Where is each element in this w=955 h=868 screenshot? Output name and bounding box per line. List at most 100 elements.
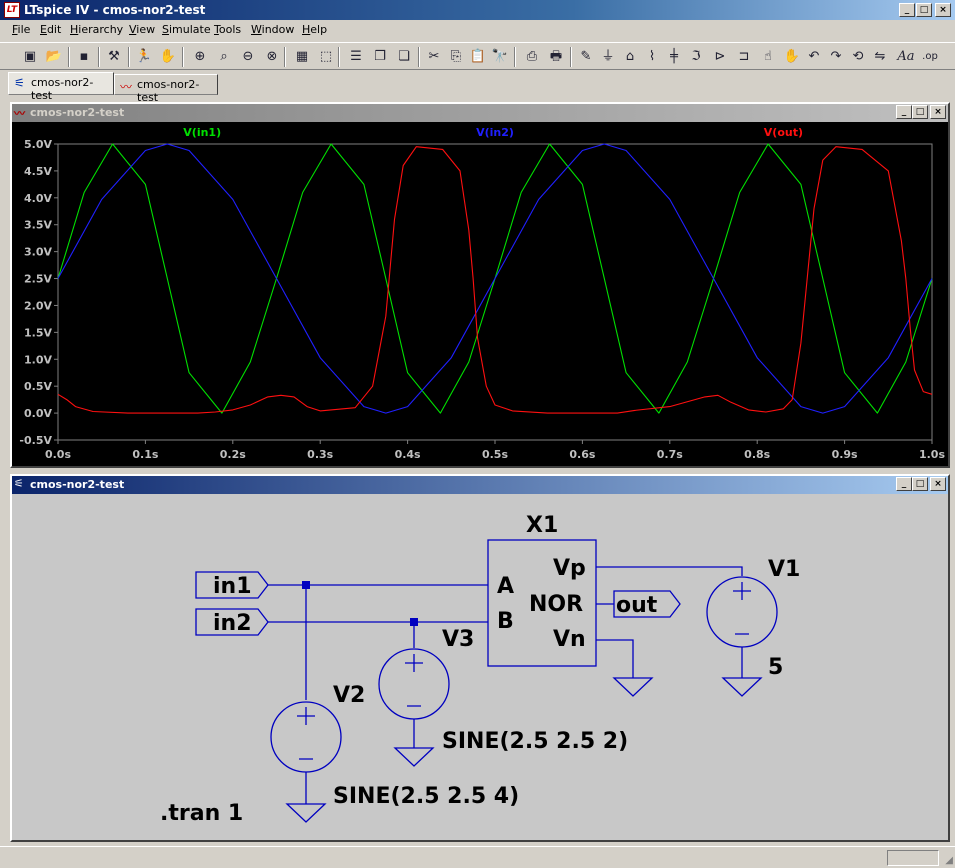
cut-icon[interactable]: ✂ [424, 47, 444, 67]
trace-label[interactable]: V(out) [764, 126, 803, 139]
tab-schematic[interactable]: ⚟ cmos-nor2-test [8, 72, 114, 102]
pan-icon[interactable]: ⌕ [214, 47, 234, 67]
print-preview-icon[interactable]: ⎙ [522, 47, 542, 67]
spice-directive-icon[interactable]: .op [920, 47, 940, 67]
y-tick-label: 1.0V [24, 353, 52, 366]
menu-edit[interactable]: Edit [40, 23, 61, 36]
y-tick-label: 3.5V [24, 219, 52, 232]
y-tick-label: 4.5V [24, 165, 52, 178]
minimize-button[interactable]: _ [899, 3, 915, 17]
resistor-icon[interactable]: ⌇ [642, 47, 662, 67]
close-button[interactable]: × [935, 3, 951, 17]
close-all-icon[interactable]: ❏ [394, 47, 414, 67]
trace-label[interactable]: V(in2) [476, 126, 514, 139]
ground-icon[interactable]: ⏚ [598, 47, 618, 67]
label-net-icon[interactable]: ⌂ [620, 47, 640, 67]
mirror-icon[interactable]: ⇋ [870, 47, 890, 67]
x-tick-label: 0.3s [307, 448, 333, 461]
tab-waveform[interactable]: 〰 cmos-nor2-test [114, 74, 218, 104]
waveform-maximize-button[interactable]: □ [912, 105, 928, 119]
x-tick-label: 0.9s [832, 448, 858, 461]
new-schematic-icon[interactable]: ▣ [20, 47, 40, 67]
schematic-window: ⚟ cmos-nor2-test _ □ × in1 in2 out X1 A … [10, 474, 950, 842]
net-label-out: out [616, 593, 658, 618]
redo-icon[interactable]: ↷ [826, 47, 846, 67]
schematic-close-button[interactable]: × [930, 477, 946, 491]
component-icon[interactable]: ⊐ [734, 47, 754, 67]
zoom-cancel-icon[interactable]: ⊗ [262, 47, 282, 67]
copy-icon[interactable]: ⎘ [446, 47, 466, 67]
waveform-icon: 〰 [14, 107, 25, 120]
component-value-v1: 5 [768, 655, 783, 680]
text-icon[interactable]: Aa [896, 47, 916, 67]
menu-simulate[interactable]: Simulate [162, 23, 211, 36]
tile-horizontal-icon[interactable]: ☰ [346, 47, 366, 67]
component-ref-v1: V1 [768, 557, 800, 582]
draw-wire-icon[interactable]: ✎ [576, 47, 596, 67]
pin-label-vp: Vp [553, 556, 586, 581]
x-tick-label: 0.5s [482, 448, 508, 461]
x-tick-label: 1.0s [919, 448, 945, 461]
run-icon[interactable]: 🏃 [134, 47, 154, 67]
app-title-bar: LT LTspice IV - cmos-nor2-test _ □ × [0, 0, 955, 20]
schematic-maximize-button[interactable]: □ [912, 477, 928, 491]
waveform-window-titlebar: 〰 cmos-nor2-test _ □ × [12, 104, 948, 122]
zoom-in-icon[interactable]: ⊕ [190, 47, 210, 67]
component-ref-v3: V3 [442, 627, 474, 652]
ltspice-logo-icon[interactable]: LT [4, 2, 20, 18]
component-ref-x1: X1 [526, 513, 558, 538]
y-tick-label: 2.0V [24, 299, 52, 312]
menu-tools[interactable]: Tools [214, 23, 241, 36]
move-hand-icon[interactable]: ☝ [758, 47, 778, 67]
y-tick-label: 2.5V [24, 273, 52, 286]
control-panel-icon[interactable]: ⚒ [104, 47, 124, 67]
waveform-minimize-button[interactable]: _ [896, 105, 912, 119]
undo-icon[interactable]: ↶ [804, 47, 824, 67]
waveform-plot[interactable]: 0.0s 0.1s 0.2s 0.3s 0.4s 0.5s 0.6s 0.7s 0.8s 0.9s… [12, 122, 948, 466]
find-icon[interactable]: 🔭 [490, 47, 510, 67]
menu-window[interactable]: Window [251, 23, 294, 36]
spice-directive-tran[interactable]: .tran 1 [160, 801, 243, 826]
fit-icon[interactable]: ⬚ [316, 47, 336, 67]
menu-hierarchy[interactable]: Hierarchy [70, 23, 123, 36]
y-tick-label: 3.0V [24, 246, 52, 259]
x-tick-label: 0.7s [657, 448, 683, 461]
menu-file[interactable]: File [12, 23, 30, 36]
autorange-icon[interactable]: ▦ [292, 47, 312, 67]
drag-hand-icon[interactable]: ✋ [782, 47, 802, 67]
cascade-icon[interactable]: ❐ [370, 47, 390, 67]
waveform-close-button[interactable]: × [930, 105, 946, 119]
waveform-window-title: cmos-nor2-test [30, 106, 125, 119]
schematic-minimize-button[interactable]: _ [896, 477, 912, 491]
junction-dot [302, 581, 310, 589]
print-icon[interactable]: 🖶 [546, 47, 566, 67]
net-label-in2: in2 [213, 611, 252, 636]
capacitor-icon[interactable]: ╪ [664, 47, 684, 67]
toolbar: ▣ 📂 ▪ ⚒ 🏃 ✋ ⊕ ⌕ ⊖ ⊗ ▦ ⬚ ☰ ❐ ❏ ✂ ⎘ 📋 🔭 ⎙ … [0, 42, 955, 70]
resize-grip-icon[interactable]: ◢ [945, 855, 953, 866]
pin-label-b: B [497, 609, 514, 634]
open-folder-icon[interactable]: 📂 [44, 47, 64, 67]
paste-icon[interactable]: 📋 [468, 47, 488, 67]
x-tick-label: 0.8s [744, 448, 770, 461]
menu-view[interactable]: View [129, 23, 155, 36]
diode-icon[interactable]: ⊳ [710, 47, 730, 67]
schematic-window-title: cmos-nor2-test [30, 478, 125, 491]
y-tick-label: 1.5V [24, 326, 52, 339]
rotate-icon[interactable]: ⟲ [848, 47, 868, 67]
schematic-window-titlebar: ⚟ cmos-nor2-test _ □ × [12, 476, 948, 494]
zoom-out-icon[interactable]: ⊖ [238, 47, 258, 67]
waveform-window: 〰 cmos-nor2-test _ □ × 0.0s 0.1s 0.2s 0.3s 0… [10, 102, 950, 468]
halt-icon[interactable]: ✋ [158, 47, 178, 67]
save-icon[interactable]: ▪ [74, 47, 94, 67]
menu-help[interactable]: Help [302, 23, 327, 36]
waveform-icon: 〰 [120, 80, 133, 94]
x-tick-label: 0.0s [45, 448, 71, 461]
maximize-button[interactable]: □ [916, 3, 932, 17]
x-tick-label: 0.4s [395, 448, 421, 461]
document-tabs: ⚟ cmos-nor2-test 〰 cmos-nor2-test [0, 72, 955, 104]
component-ref-v2: V2 [333, 683, 365, 708]
trace-label[interactable]: V(in1) [183, 126, 221, 139]
schematic-canvas[interactable]: in1 in2 out X1 A B Vp NOR Vn V1 5 V3 SIN… [12, 494, 948, 840]
inductor-icon[interactable]: ℑ [686, 47, 706, 67]
